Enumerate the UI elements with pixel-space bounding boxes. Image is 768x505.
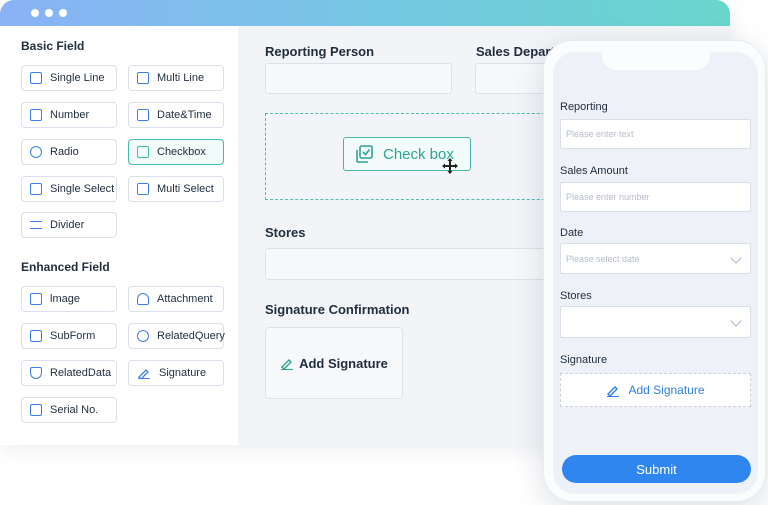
field-signature[interactable]: Signature bbox=[128, 360, 224, 386]
field-attachment[interactable]: Attachment bbox=[128, 286, 224, 312]
field-label: lmage bbox=[50, 293, 80, 305]
stores-field[interactable] bbox=[265, 248, 555, 280]
field-label: Single Line bbox=[50, 72, 105, 84]
submit-button[interactable]: Submit bbox=[562, 455, 751, 483]
mobile-reporting-label: Reporting bbox=[560, 101, 608, 113]
field-label: Date&Time bbox=[157, 109, 212, 121]
window-titlebar bbox=[0, 0, 730, 26]
field-checkbox[interactable]: Checkbox bbox=[128, 139, 224, 165]
field-label: Divider bbox=[50, 219, 85, 231]
pen-icon bbox=[137, 367, 151, 380]
move-cursor-icon bbox=[442, 158, 458, 174]
divider-icon bbox=[30, 221, 42, 229]
field-multi-select[interactable]: Multi Select bbox=[128, 176, 224, 202]
field-label: Single Select bbox=[50, 183, 115, 195]
input-placeholder: Please select date bbox=[566, 253, 640, 264]
reporting-person-label: Reporting Person bbox=[265, 44, 375, 59]
field-divider[interactable]: Divider bbox=[21, 212, 117, 238]
mobile-date-picker[interactable]: Please select date bbox=[560, 243, 751, 274]
window-dot-icon[interactable] bbox=[31, 9, 39, 17]
mobile-signature-label: Signature bbox=[560, 354, 608, 366]
basic-field-title: Basic Field bbox=[21, 39, 85, 53]
window-dot-icon[interactable] bbox=[45, 9, 53, 17]
upload-icon bbox=[137, 293, 149, 305]
serial-no-icon bbox=[30, 404, 42, 416]
field-multi-line[interactable]: Multi Line bbox=[128, 65, 224, 91]
enhanced-field-title: Enhanced Field bbox=[21, 260, 110, 274]
mobile-add-signature[interactable]: Add Signature bbox=[560, 373, 751, 407]
signature-confirmation-label: Signature Confirmation bbox=[265, 302, 410, 317]
pen-icon bbox=[606, 383, 620, 397]
field-related-data[interactable]: RelatedData bbox=[21, 360, 117, 386]
mobile-stores-label: Stores bbox=[560, 290, 592, 302]
chevron-down-icon bbox=[730, 252, 742, 264]
related-data-icon bbox=[30, 367, 42, 379]
field-label: Serial No. bbox=[50, 404, 99, 416]
related-query-icon bbox=[137, 330, 149, 342]
field-label: Multi Select bbox=[157, 183, 214, 195]
pen-icon bbox=[280, 357, 294, 370]
field-label: RelatedData bbox=[50, 367, 112, 379]
chevron-down-icon bbox=[730, 315, 742, 327]
single-select-icon bbox=[30, 183, 42, 195]
image-icon bbox=[30, 293, 42, 305]
input-placeholder: Please enter text bbox=[566, 129, 634, 139]
subform-icon bbox=[30, 330, 42, 342]
field-label: Multi Line bbox=[157, 72, 205, 84]
field-label: Attachment bbox=[157, 293, 213, 305]
field-subform[interactable]: SubForm bbox=[21, 323, 117, 349]
field-date-time[interactable]: Date&Time bbox=[128, 102, 224, 128]
add-signature-card[interactable]: Add Signature bbox=[265, 327, 403, 399]
mobile-reporting-input[interactable]: Please enter text bbox=[560, 119, 751, 149]
phone-notch bbox=[602, 44, 710, 70]
field-label: Signature bbox=[159, 367, 207, 379]
number-icon bbox=[30, 109, 42, 121]
mobile-stores-select[interactable] bbox=[560, 306, 751, 338]
calendar-icon bbox=[137, 109, 149, 121]
field-serial-no[interactable]: Serial No. bbox=[21, 397, 117, 423]
field-label: Checkbox bbox=[157, 146, 206, 158]
mobile-sales-amount-label: Sales Amount bbox=[560, 165, 628, 177]
add-signature-label: Add Signature bbox=[628, 383, 705, 397]
single-line-icon bbox=[30, 72, 42, 84]
checkbox-icon bbox=[137, 146, 149, 158]
mobile-date-label: Date bbox=[560, 227, 584, 239]
stores-label: Stores bbox=[265, 225, 306, 240]
window-dot-icon[interactable] bbox=[59, 9, 67, 17]
field-single-line[interactable]: Single Line bbox=[21, 65, 117, 91]
multi-line-icon bbox=[137, 72, 149, 84]
field-label: Radio bbox=[50, 146, 79, 158]
field-image[interactable]: lmage bbox=[21, 286, 117, 312]
field-radio[interactable]: Radio bbox=[21, 139, 117, 165]
mobile-sales-amount-input[interactable]: Please enter number bbox=[560, 182, 751, 212]
field-single-select[interactable]: Single Select bbox=[21, 176, 117, 202]
field-related-query[interactable]: RelatedQuery bbox=[128, 323, 225, 349]
field-number[interactable]: Number bbox=[21, 102, 117, 128]
radio-icon bbox=[30, 146, 42, 158]
add-signature-label: Add Signature bbox=[299, 355, 388, 371]
reporting-person-field[interactable] bbox=[265, 63, 452, 94]
multi-select-icon bbox=[137, 183, 149, 195]
input-placeholder: Please enter number bbox=[566, 192, 650, 202]
field-label: RelatedQuery bbox=[157, 330, 225, 342]
checkbox-icon bbox=[356, 145, 374, 163]
field-label: SubForm bbox=[50, 330, 96, 342]
field-label: Number bbox=[50, 109, 90, 121]
